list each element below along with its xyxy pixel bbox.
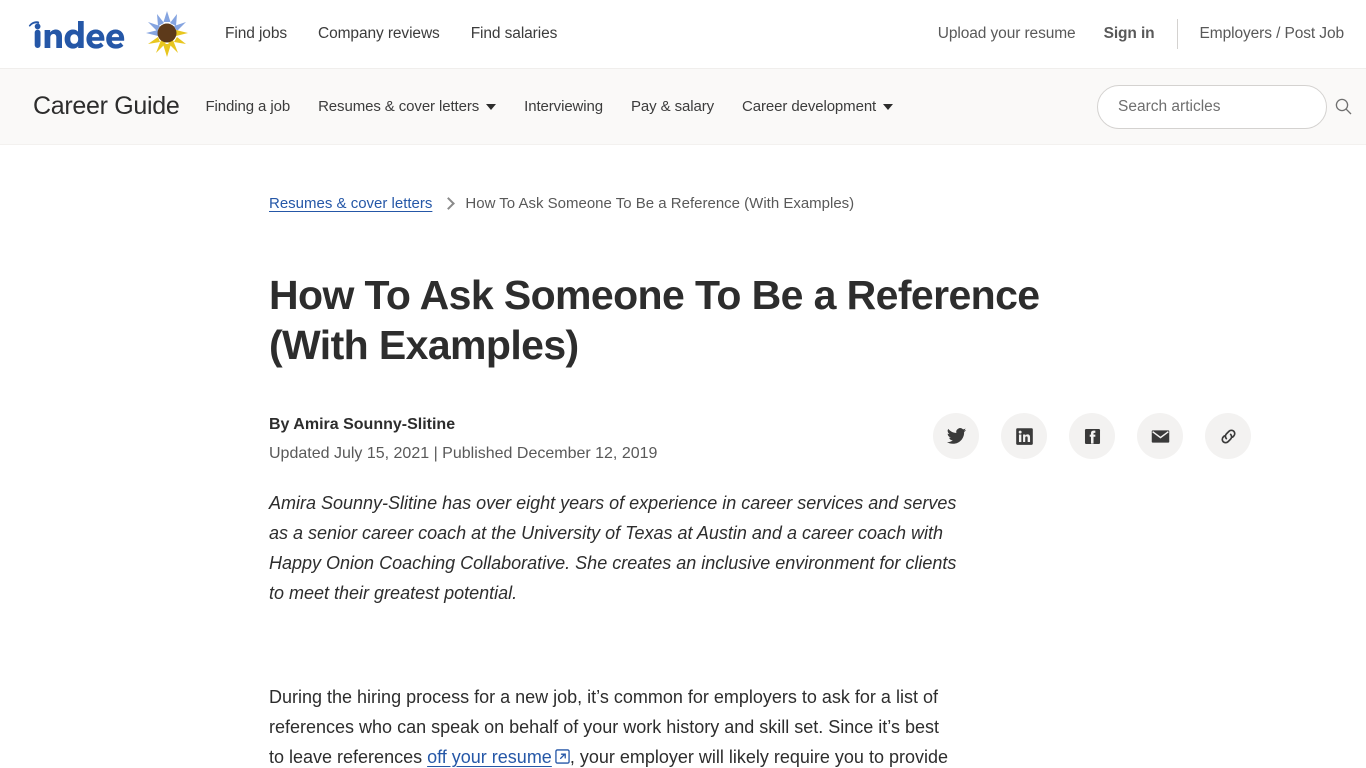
guide-nav-label: Pay & salary — [631, 98, 715, 115]
share-twitter-button[interactable] — [933, 413, 980, 459]
indeed-wordmark-logo — [28, 21, 125, 49]
career-guide-title[interactable]: Career Guide — [33, 92, 180, 121]
employers-post-job-link[interactable]: Employers / Post Job — [1200, 25, 1345, 43]
linkedin-icon — [1016, 427, 1033, 445]
nav-find-jobs[interactable]: Find jobs — [225, 25, 287, 43]
page-title: How To Ask Someone To Be a Reference (Wi… — [269, 272, 1040, 368]
indeed-logo-link[interactable] — [26, 17, 132, 51]
article-dates: Updated July 15, 2021 | Published Decemb… — [269, 445, 658, 462]
guide-nav-resumes-cover-letters[interactable]: Resumes & cover letters — [318, 98, 497, 115]
guide-nav-finding-a-job[interactable]: Finding a job — [205, 98, 290, 115]
article-meta-row: By Amira Sounny-Slitine Updated July 15,… — [269, 411, 1252, 465]
header-divider — [1176, 19, 1178, 49]
facebook-icon — [1084, 428, 1100, 444]
guide-nav-label: Interviewing — [524, 98, 604, 115]
twitter-icon — [946, 427, 967, 444]
header-right-actions: Upload your resume Sign in Employers / P… — [938, 19, 1344, 49]
guide-nav-label: Resumes & cover letters — [318, 98, 480, 115]
guide-nav-pay-salary[interactable]: Pay & salary — [631, 98, 714, 115]
guide-nav-interviewing[interactable]: Interviewing — [524, 98, 603, 115]
nav-find-salaries[interactable]: Find salaries — [471, 25, 558, 43]
page-body: Resumes & cover letters How To Ask Someo… — [0, 145, 1366, 768]
guide-nav-career-development[interactable]: Career development — [742, 98, 894, 115]
byline: By Amira Sounny-Slitine Updated July 15,… — [269, 411, 657, 465]
share-email-button[interactable] — [1137, 413, 1184, 459]
author-name: By Amira Sounny-Slitine — [269, 416, 456, 433]
article-container: Resumes & cover letters How To Ask Someo… — [269, 195, 1252, 768]
email-icon — [1151, 429, 1170, 443]
chevron-down-icon — [486, 104, 497, 110]
off-your-resume-link[interactable]: off your resume — [427, 747, 552, 767]
chevron-right-icon — [442, 197, 456, 210]
sign-in-link[interactable]: Sign in — [1104, 25, 1155, 43]
nav-company-reviews[interactable]: Company reviews — [318, 25, 440, 43]
share-facebook-button[interactable] — [1069, 413, 1116, 459]
search-input[interactable] — [1116, 96, 1308, 117]
external-link-icon — [555, 749, 570, 764]
career-guide-nav-bar: Career Guide Finding a job Resumes & cov… — [0, 68, 1366, 145]
primary-nav: Find jobs Company reviews Find salaries — [225, 25, 557, 43]
career-guide-nav: Finding a job Resumes & cover letters In… — [205, 98, 894, 115]
link-icon — [1221, 428, 1236, 444]
search-icon[interactable] — [1335, 98, 1352, 115]
breadcrumb-parent-link[interactable]: Resumes & cover letters — [269, 195, 432, 212]
search-area — [1097, 84, 1352, 129]
guide-nav-label: Career development — [742, 98, 877, 115]
upload-resume-link[interactable]: Upload your resume — [938, 25, 1076, 43]
breadcrumb-current: How To Ask Someone To Be a Reference (Wi… — [465, 195, 855, 212]
article-body-paragraph: During the hiring process for a new job,… — [269, 682, 959, 768]
indeed-sunflower-icon — [146, 11, 188, 57]
share-copy-link-button[interactable] — [1205, 413, 1252, 459]
brand-group[interactable] — [26, 9, 190, 59]
share-linkedin-button[interactable] — [1001, 413, 1048, 459]
global-header: Find jobs Company reviews Find salaries … — [0, 0, 1366, 68]
link1-label: off your resume — [427, 747, 552, 767]
share-buttons — [933, 413, 1252, 459]
search-input-wrapper[interactable] — [1097, 84, 1327, 129]
breadcrumb: Resumes & cover letters How To Ask Someo… — [269, 195, 1097, 212]
guide-nav-label: Finding a job — [205, 98, 291, 115]
author-bio: Amira Sounny-Slitine has over eight year… — [269, 493, 957, 603]
chevron-down-icon — [883, 104, 894, 110]
